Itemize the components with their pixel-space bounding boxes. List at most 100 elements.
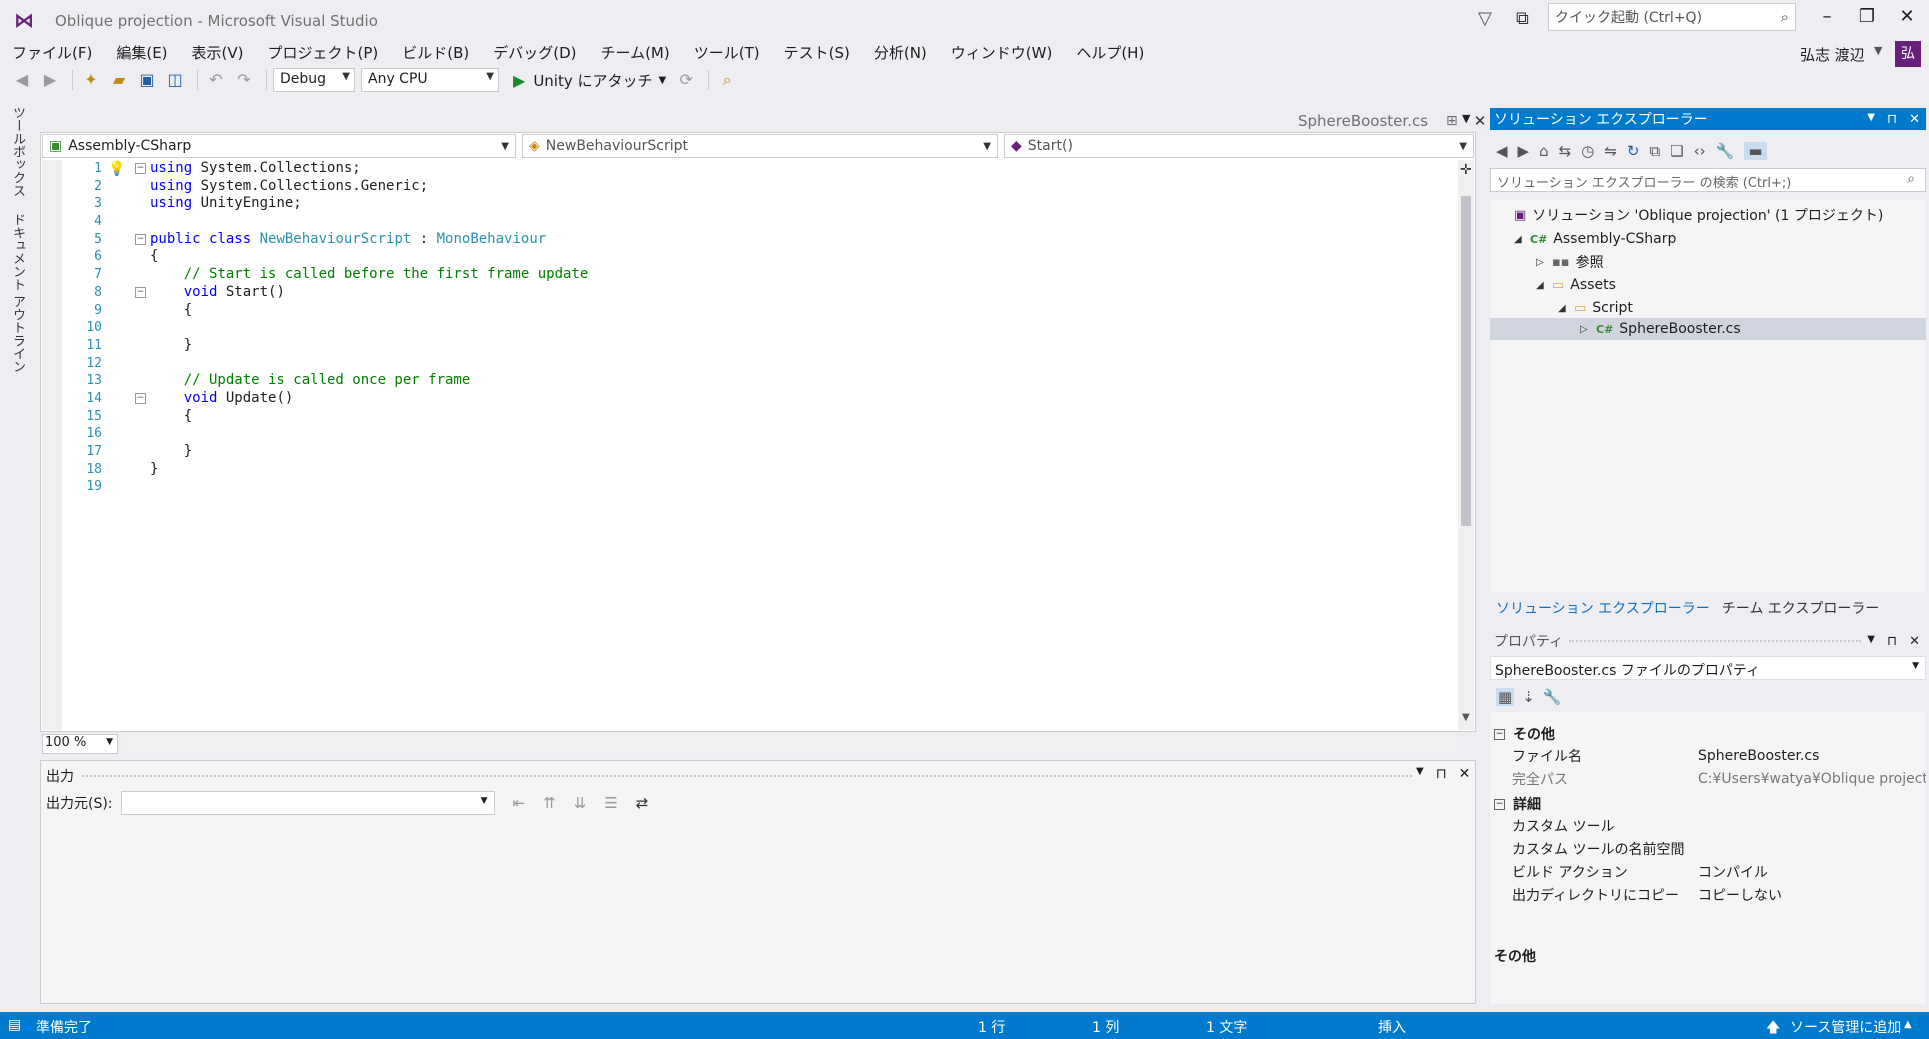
switch-views-icon[interactable]: ⇆ xyxy=(1559,142,1572,160)
arrow-up-icon[interactable]: 🡅 xyxy=(1766,1017,1780,1039)
menu-file[interactable]: ファイル(F) xyxy=(0,40,104,64)
toolbox-tab[interactable]: ツールボックス xyxy=(8,106,27,197)
show-all-files-icon[interactable]: ❏ xyxy=(1670,142,1683,160)
solution-explorer-search-input[interactable]: ソリューション エクスプローラー の検索 (Ctrl+;) ⌕ xyxy=(1490,168,1926,192)
output-source-select[interactable]: ▼ xyxy=(120,791,495,815)
word-wrap-icon[interactable]: ⇄ xyxy=(636,794,649,812)
tree-item-solution[interactable]: ▣ ソリューション 'Oblique projection' (1 プロジェクト… xyxy=(1514,204,1883,226)
menu-team[interactable]: チーム(M) xyxy=(589,40,682,64)
tree-item-script[interactable]: ◢ ▭ Script xyxy=(1558,297,1633,319)
code-text[interactable]: using System.Collections; using System.C… xyxy=(150,160,1450,496)
property-copy-to-output[interactable]: 出力ディレクトリにコピー コピーしない xyxy=(1508,884,1926,906)
redo-icon[interactable]: ↷ xyxy=(232,68,256,92)
tab-team-explorer[interactable]: チーム エクスプローラー xyxy=(1716,596,1886,618)
chevron-up-icon[interactable]: ▲ xyxy=(1904,1019,1912,1030)
collapse-icon[interactable]: − xyxy=(135,163,146,174)
find-in-files-icon[interactable]: ⌕ xyxy=(715,68,739,92)
navigate-back-icon[interactable]: ◀ xyxy=(10,68,34,92)
properties-wrench-icon[interactable]: 🔧 xyxy=(1716,142,1735,160)
menu-edit[interactable]: 編集(E) xyxy=(104,40,179,64)
feedback-filter-icon[interactable]: ▽ xyxy=(1478,8,1492,29)
user-name[interactable]: 弘志 渡辺 xyxy=(1800,44,1865,65)
menu-debug[interactable]: デバッグ(D) xyxy=(481,40,588,64)
add-to-source-control[interactable]: ソース管理に追加 xyxy=(1790,1017,1901,1037)
unity-attach-button[interactable]: ▶ Unity にアタッチ ▼ xyxy=(513,70,666,91)
expanded-arrow-icon[interactable]: ◢ xyxy=(1558,303,1574,314)
chevron-down-icon[interactable]: ▼ xyxy=(1874,44,1882,57)
previous-message-icon[interactable]: ⇈ xyxy=(543,794,556,812)
open-file-icon[interactable]: ▰ xyxy=(107,68,131,92)
minimize-button[interactable]: – xyxy=(1812,6,1842,32)
tree-item-project[interactable]: ◢ C# Assembly-CSharp xyxy=(1514,228,1676,250)
save-all-icon[interactable]: ◫ xyxy=(163,68,187,92)
output-text-area[interactable] xyxy=(41,818,1475,1002)
tree-item-file[interactable]: ▷ C# SphereBooster.cs xyxy=(1580,318,1741,340)
collapsed-arrow-icon[interactable]: ▷ xyxy=(1580,324,1596,335)
lightbulb-icon[interactable]: 💡 xyxy=(108,161,125,177)
panel-grip[interactable] xyxy=(82,775,1412,779)
split-window-icon[interactable]: ✛ xyxy=(1460,162,1472,178)
avatar[interactable]: 弘 xyxy=(1895,41,1921,67)
expanded-arrow-icon[interactable]: ◢ xyxy=(1536,280,1552,291)
navigate-forward-icon[interactable]: ▶ xyxy=(38,68,62,92)
quick-launch-input[interactable]: クイック起動 (Ctrl+Q) ⌕ xyxy=(1548,3,1796,31)
notifications-icon[interactable]: ⧉ xyxy=(1516,8,1529,29)
view-code-icon[interactable]: ‹› xyxy=(1694,142,1706,160)
property-build-action[interactable]: ビルド アクション コンパイル xyxy=(1508,861,1926,883)
property-custom-tool[interactable]: カスタム ツール xyxy=(1508,815,1926,837)
menu-analyze[interactable]: 分析(N) xyxy=(862,40,939,64)
platform-select[interactable]: Any CPU ▼ xyxy=(361,68,499,92)
browser-link-icon[interactable]: ⟳ xyxy=(674,68,698,92)
scrollbar-thumb[interactable] xyxy=(1461,196,1471,526)
pin-icon[interactable]: ⊓ xyxy=(1887,112,1897,127)
categorized-icon[interactable]: ▦ xyxy=(1496,688,1515,706)
pending-changes-icon[interactable]: ◷ xyxy=(1581,142,1594,160)
document-outline-tab[interactable]: ドキュメント アウトライン xyxy=(8,213,27,373)
property-file-name[interactable]: ファイル名 SphereBooster.cs xyxy=(1508,745,1926,767)
zoom-select[interactable]: 100 % ▼ xyxy=(42,734,118,754)
panel-grip[interactable] xyxy=(1569,640,1862,642)
property-pages-icon[interactable]: 🔧 xyxy=(1543,688,1562,706)
pin-icon[interactable]: ⊞ xyxy=(1446,113,1458,129)
collapsed-arrow-icon[interactable]: ▷ xyxy=(1536,257,1552,268)
menu-test[interactable]: テスト(S) xyxy=(772,40,862,64)
collapse-icon[interactable]: − xyxy=(1494,798,1505,810)
tree-item-references[interactable]: ▷ ▪▪ 参照 xyxy=(1536,251,1604,273)
collapse-icon[interactable]: − xyxy=(135,287,146,298)
menu-project[interactable]: プロジェクト(P) xyxy=(256,40,391,64)
member-navigation-dropdown[interactable]: ◆ Start() ▼ xyxy=(1004,134,1474,158)
tree-item-assets[interactable]: ◢ ▭ Assets xyxy=(1536,274,1616,296)
collapse-icon[interactable]: − xyxy=(135,393,146,404)
find-message-icon[interactable]: ⇤ xyxy=(513,794,526,812)
menu-help[interactable]: ヘルプ(H) xyxy=(1064,40,1156,64)
collapse-icon[interactable]: − xyxy=(1494,728,1505,740)
refresh-icon[interactable]: ↻ xyxy=(1627,142,1640,160)
chevron-down-icon[interactable]: ▼ xyxy=(1867,634,1875,649)
property-full-path[interactable]: 完全パス C:¥Users¥watya¥Oblique projecti xyxy=(1508,768,1926,790)
project-navigation-dropdown[interactable]: ▣ Assembly-CSharp ▼ xyxy=(42,134,516,158)
configuration-select[interactable]: Debug ▼ xyxy=(273,68,355,92)
restore-button[interactable]: ❐ xyxy=(1852,6,1882,32)
property-custom-namespace[interactable]: カスタム ツールの名前空間 xyxy=(1508,838,1926,860)
class-navigation-dropdown[interactable]: ◈ NewBehaviourScript ▼ xyxy=(522,134,998,158)
back-icon[interactable]: ◀ xyxy=(1496,142,1508,160)
home-icon[interactable]: ⌂ xyxy=(1539,142,1549,160)
menu-view[interactable]: 表示(V) xyxy=(180,40,256,64)
close-icon[interactable]: ✕ xyxy=(1474,112,1487,130)
close-icon[interactable]: ✕ xyxy=(1909,634,1920,649)
save-icon[interactable]: ▣ xyxy=(135,68,159,92)
new-project-icon[interactable]: ✦ xyxy=(79,68,103,92)
category-misc[interactable]: − その他 xyxy=(1494,724,1555,744)
category-advanced[interactable]: − 詳細 xyxy=(1494,794,1541,814)
menu-build[interactable]: ビルド(B) xyxy=(390,40,481,64)
preview-selected-icon[interactable]: ▬ xyxy=(1744,142,1767,160)
sync-icon[interactable]: ⇋ xyxy=(1604,142,1617,160)
undo-icon[interactable]: ↶ xyxy=(204,68,228,92)
collapse-icon[interactable]: − xyxy=(135,234,146,245)
scroll-down-icon[interactable]: ▼ xyxy=(1462,712,1470,723)
pin-icon[interactable]: ⊓ xyxy=(1436,766,1447,782)
chevron-down-icon[interactable]: ▼ xyxy=(1416,766,1424,782)
pin-icon[interactable]: ⊓ xyxy=(1887,634,1897,649)
chevron-down-icon[interactable]: ▼ xyxy=(1462,112,1470,125)
close-button[interactable]: ✕ xyxy=(1892,6,1922,32)
